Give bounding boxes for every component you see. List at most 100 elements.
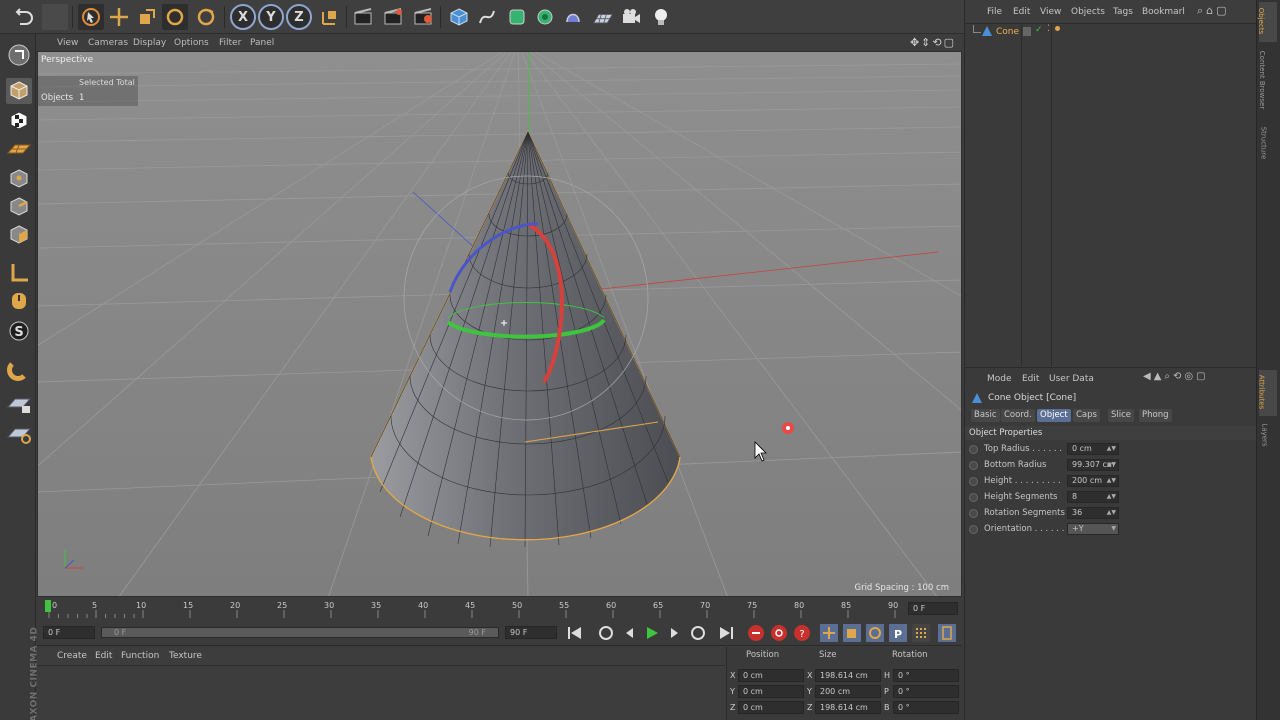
end-frame-field[interactable]: 90 F xyxy=(505,626,557,639)
attr-nav-icons[interactable]: ◀▲⌕⟲◎▢ xyxy=(1143,371,1209,382)
spinner-icon[interactable]: ▲▼ xyxy=(1107,492,1116,502)
y-axis-lock-button[interactable]: Y xyxy=(258,4,284,30)
size-x-field[interactable]: 198.614 cm xyxy=(815,669,881,682)
points-mode-icon[interactable] xyxy=(6,166,32,192)
start-frame-field[interactable]: 0 F xyxy=(43,626,95,639)
bottom-radius-field[interactable]: 99.307 cm ▲▼ xyxy=(1067,459,1119,471)
viewport-menu-cameras[interactable]: Cameras xyxy=(88,38,128,48)
undo-icon[interactable] xyxy=(12,4,38,30)
om-menu-file[interactable]: File xyxy=(987,7,1002,17)
spinner-icon[interactable]: ▲▼ xyxy=(1107,508,1116,518)
tab-structure[interactable]: Structure xyxy=(1259,122,1277,166)
om-object-name[interactable]: Cone xyxy=(996,27,1019,37)
autokeying-icon[interactable] xyxy=(771,625,787,641)
spline-pen-icon[interactable] xyxy=(474,4,500,30)
key-rotation-icon[interactable] xyxy=(866,624,884,642)
tab-basic[interactable]: Basic xyxy=(971,409,1000,422)
deformer-icon[interactable] xyxy=(560,4,586,30)
spinner-icon[interactable]: ▲▼ xyxy=(1107,476,1116,486)
current-frame-field[interactable]: 0 F xyxy=(908,602,958,615)
tab-objects[interactable]: Objects xyxy=(1257,2,1277,42)
key-scale-icon[interactable] xyxy=(843,624,861,642)
viewport-menu-display[interactable]: Display xyxy=(133,38,166,48)
tab-caps[interactable]: Caps xyxy=(1073,409,1100,422)
om-menu-objects[interactable]: Objects xyxy=(1071,7,1105,17)
select-arrow-icon[interactable] xyxy=(78,4,104,30)
tab-slice[interactable]: Slice xyxy=(1108,409,1135,422)
tab-layers[interactable]: Layers xyxy=(1259,420,1277,450)
material-menu-edit[interactable]: Edit xyxy=(95,651,112,661)
preview-range-slider[interactable]: 0 F 90 F xyxy=(101,627,499,638)
rotation-h-field[interactable]: 0 ° xyxy=(893,669,959,682)
previous-key-icon[interactable] xyxy=(599,626,613,640)
om-menu-view[interactable]: View xyxy=(1040,7,1061,17)
workplane-mode-icon[interactable] xyxy=(6,136,32,162)
render-view-icon[interactable] xyxy=(350,4,376,30)
polygons-mode-icon[interactable] xyxy=(6,222,32,248)
height-field[interactable]: 200 cm ▲▼ xyxy=(1067,475,1119,487)
tweak-mode-icon[interactable] xyxy=(6,288,32,314)
material-menu-texture[interactable]: Texture xyxy=(169,651,202,661)
texture-mode-icon[interactable] xyxy=(6,108,32,134)
timeline-window-icon[interactable] xyxy=(938,624,956,642)
record-active-objects-icon[interactable] xyxy=(748,625,764,641)
subdivision-surface-icon[interactable] xyxy=(504,4,530,30)
om-nav-icons[interactable]: ⌕⌂▢ xyxy=(1197,4,1230,18)
floor-scene-icon[interactable] xyxy=(588,4,618,30)
cloner-icon[interactable] xyxy=(532,4,558,30)
attr-menu-mode[interactable]: Mode xyxy=(987,374,1012,384)
keyframe-selection-icon[interactable]: ? xyxy=(794,625,810,641)
viewport-menu-panel[interactable]: Panel xyxy=(250,38,274,48)
tab-phong[interactable]: Phong xyxy=(1139,409,1172,422)
viewport-menu-options[interactable]: Options xyxy=(174,38,209,48)
layer-swatch-icon[interactable] xyxy=(1023,27,1031,36)
cube-icon[interactable] xyxy=(446,4,472,30)
enabled-check-icon[interactable]: ✓ xyxy=(1035,25,1043,35)
coordinate-system-icon[interactable] xyxy=(317,4,343,30)
chevron-down-icon[interactable]: ▼ xyxy=(1111,524,1116,534)
position-x-field[interactable]: 0 cm xyxy=(738,669,804,682)
camera-label[interactable]: Perspective xyxy=(41,55,93,65)
rotation-segments-field[interactable]: 36 ▲▼ xyxy=(1067,507,1119,519)
position-z-field[interactable]: 0 cm xyxy=(738,701,804,714)
render-settings-icon[interactable] xyxy=(410,4,436,30)
visibility-dots-icon[interactable]: ⁚ xyxy=(1047,24,1050,34)
animate-dot-icon[interactable] xyxy=(969,509,978,518)
material-menu-create[interactable]: Create xyxy=(57,651,87,661)
animate-dot-icon[interactable] xyxy=(969,461,978,470)
goto-start-icon[interactable] xyxy=(568,627,581,639)
scale-icon[interactable] xyxy=(134,4,160,30)
rotation-b-field[interactable]: 0 ° xyxy=(893,701,959,714)
next-frame-icon[interactable] xyxy=(671,628,678,638)
height-segments-field[interactable]: 8 ▲▼ xyxy=(1067,491,1119,503)
tab-coord[interactable]: Coord. xyxy=(1001,409,1035,422)
redo-icon[interactable] xyxy=(42,4,68,30)
om-object-row[interactable]: Cone ✓ ⁚ xyxy=(965,24,1257,40)
workplane-lock-icon[interactable] xyxy=(6,390,32,416)
spinner-icon[interactable]: ▲▼ xyxy=(1107,460,1116,470)
animate-dot-icon[interactable] xyxy=(969,493,978,502)
position-y-field[interactable]: 0 cm xyxy=(738,685,804,698)
key-position-icon[interactable] xyxy=(820,624,838,642)
orientation-dropdown[interactable]: +Y ▼ xyxy=(1067,523,1119,535)
top-radius-field[interactable]: 0 cm ▲▼ xyxy=(1067,443,1119,455)
viewport-menu-view[interactable]: View xyxy=(57,38,78,48)
tab-attributes[interactable]: Attributes xyxy=(1257,370,1277,416)
rotation-p-field[interactable]: 0 ° xyxy=(893,685,959,698)
previous-frame-icon[interactable] xyxy=(626,628,633,638)
viewport-nav-icons[interactable]: ✥⇕⟲▢ xyxy=(910,36,956,49)
z-axis-lock-button[interactable]: Z xyxy=(286,4,312,30)
snap-icon[interactable]: S xyxy=(6,318,32,344)
viewport-menu-filter[interactable]: Filter xyxy=(219,38,241,48)
edges-mode-icon[interactable] xyxy=(6,194,32,220)
move-icon[interactable] xyxy=(106,4,132,30)
animate-dot-icon[interactable] xyxy=(969,477,978,486)
material-menu-function[interactable]: Function xyxy=(121,651,159,661)
play-icon[interactable] xyxy=(647,627,658,639)
animate-dot-icon[interactable] xyxy=(969,525,978,534)
axis-mode-icon[interactable] xyxy=(6,260,32,286)
size-y-field[interactable]: 200 cm xyxy=(815,685,881,698)
quantize-magnet-icon[interactable] xyxy=(6,356,32,382)
key-point-level-icon[interactable] xyxy=(912,624,930,642)
make-editable-icon[interactable] xyxy=(6,42,32,68)
